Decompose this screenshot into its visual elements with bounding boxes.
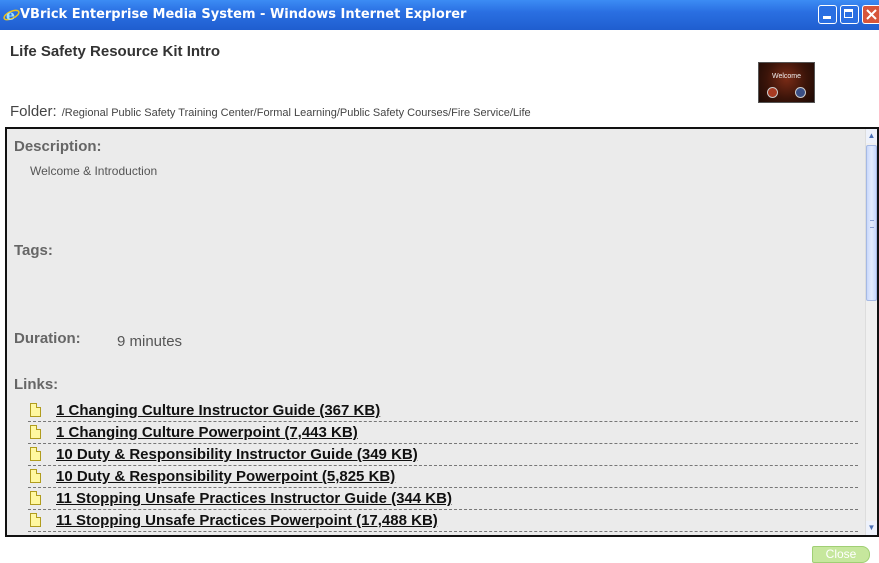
page-title: Life Safety Resource Kit Intro — [10, 43, 221, 60]
minimize-button[interactable] — [818, 5, 837, 24]
folder-path: /Regional Public Safety Training Center/… — [61, 107, 531, 119]
duration-value: 9 minutes — [117, 333, 183, 350]
links-list: 1 Changing Culture Instructor Guide (367… — [28, 400, 858, 532]
list-item[interactable]: 10 Duty & Responsibility Instructor Guid… — [28, 444, 858, 466]
vertical-scrollbar[interactable]: ▲ ▼ — [865, 129, 877, 535]
list-item[interactable]: 1 Changing Culture Powerpoint (7,443 KB) — [28, 422, 858, 444]
video-thumbnail[interactable]: Welcome — [758, 62, 815, 103]
link-text[interactable]: 1 Changing Culture Instructor Guide (367… — [56, 402, 380, 419]
close-window-button[interactable] — [862, 5, 879, 24]
link-text[interactable]: 11 Stopping Unsafe Practices Powerpoint … — [56, 512, 438, 529]
links-label: Links: — [14, 376, 59, 393]
document-icon — [30, 491, 41, 505]
svg-text:e: e — [6, 8, 15, 23]
tags-label: Tags: — [14, 242, 53, 259]
thumbnail-caption: Welcome — [771, 73, 802, 80]
folder-row: Folder: /Regional Public Safety Training … — [10, 103, 870, 127]
window-title: VBrick Enterprise Media System - Windows… — [20, 7, 467, 22]
close-icon — [866, 9, 877, 20]
link-text[interactable]: 11 Stopping Unsafe Practices Instructor … — [56, 490, 452, 507]
scroll-down-arrow-icon[interactable]: ▼ — [866, 521, 877, 535]
thumbnail-emblem-icon — [767, 87, 778, 98]
scroll-up-arrow-icon[interactable]: ▲ — [866, 129, 877, 143]
document-icon — [30, 447, 41, 461]
folder-label: Folder: — [10, 103, 57, 120]
list-item[interactable]: 11 Stopping Unsafe Practices Instructor … — [28, 488, 858, 510]
link-text[interactable]: 10 Duty & Responsibility Instructor Guid… — [56, 446, 418, 463]
details-panel: Description: Welcome & Introduction Tags… — [5, 127, 879, 537]
close-button[interactable]: Close — [812, 546, 870, 563]
list-item[interactable]: 11 Stopping Unsafe Practices Powerpoint … — [28, 510, 858, 532]
scrollbar-thumb[interactable] — [866, 145, 877, 301]
ie-logo-icon: e — [3, 8, 20, 23]
list-item[interactable]: 10 Duty & Responsibility Powerpoint (5,8… — [28, 466, 858, 488]
duration-label: Duration: — [14, 330, 81, 347]
document-icon — [30, 425, 41, 439]
link-text[interactable]: 1 Changing Culture Powerpoint (7,443 KB) — [56, 424, 358, 441]
description-label: Description: — [14, 138, 102, 155]
list-item[interactable]: 1 Changing Culture Instructor Guide (367… — [28, 400, 858, 422]
window-titlebar: e VBrick Enterprise Media System - Windo… — [0, 0, 879, 30]
document-icon — [30, 469, 41, 483]
description-text: Welcome & Introduction — [30, 164, 158, 178]
details-content: Description: Welcome & Introduction Tags… — [7, 129, 865, 535]
maximize-button[interactable] — [840, 5, 859, 24]
document-icon — [30, 513, 41, 527]
scrollbar-grip-icon — [870, 220, 874, 228]
link-text[interactable]: 10 Duty & Responsibility Powerpoint (5,8… — [56, 468, 395, 485]
thumbnail-badge-icon — [795, 87, 806, 98]
document-icon — [30, 403, 41, 417]
